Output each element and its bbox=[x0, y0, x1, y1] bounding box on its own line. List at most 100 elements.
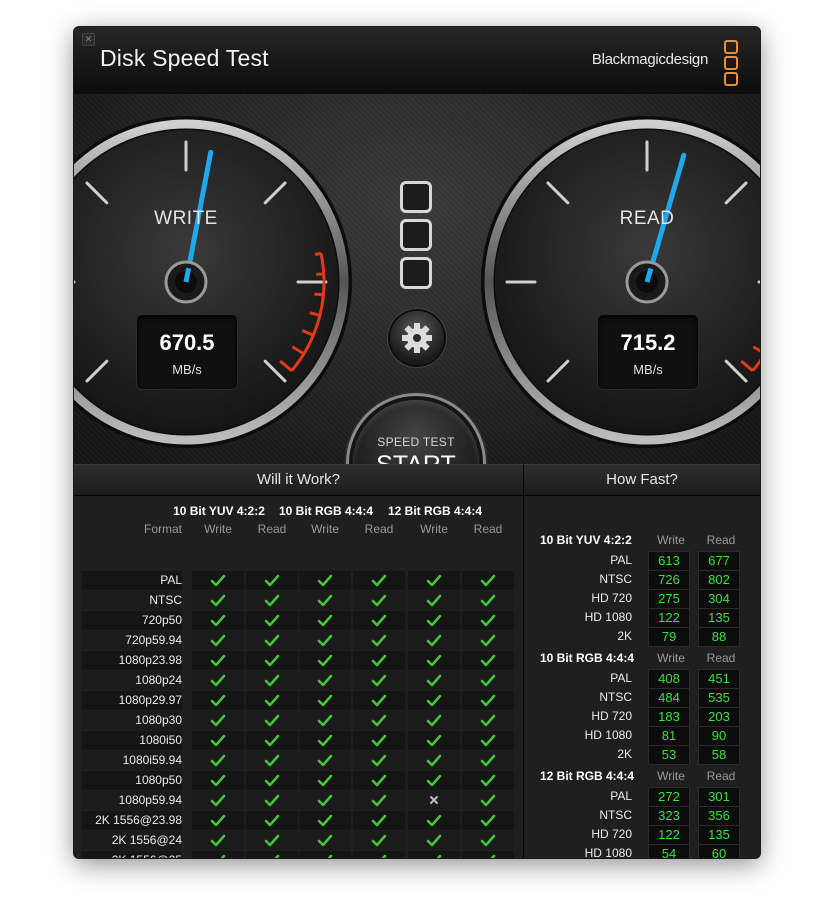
checkmark-icon bbox=[480, 594, 496, 607]
status-cell bbox=[246, 651, 298, 670]
write-speed-cell: 122 bbox=[648, 608, 690, 628]
status-cell bbox=[408, 811, 460, 830]
checkmark-stroke bbox=[210, 694, 226, 707]
checkmark-icon bbox=[371, 734, 387, 747]
checkmark-icon bbox=[264, 714, 280, 727]
gauge-area: WRITE 670.5 MB/s READ 715.2 MB/s SPEED T… bbox=[74, 94, 760, 526]
checkmark-stroke bbox=[480, 714, 496, 727]
write-column-header: Write bbox=[657, 533, 685, 547]
checkmark-stroke bbox=[371, 594, 387, 607]
status-cell bbox=[353, 851, 405, 858]
read-speed-cell: 535 bbox=[698, 688, 740, 708]
disk-stack-icon[interactable] bbox=[400, 181, 432, 295]
write-column-header: Write bbox=[204, 522, 232, 536]
table-row: 720p50 bbox=[82, 611, 514, 630]
status-cell bbox=[299, 631, 351, 650]
write-speed-unit: MB/s bbox=[172, 362, 202, 377]
checkmark-icon bbox=[210, 674, 226, 687]
status-cell bbox=[408, 611, 460, 630]
checkmark-stroke bbox=[220, 854, 226, 858]
checkmark-stroke bbox=[426, 814, 442, 827]
format-label: 2K bbox=[617, 629, 632, 643]
status-cell bbox=[353, 751, 405, 770]
table-row: 1080p50 bbox=[82, 771, 514, 790]
status-cell bbox=[462, 691, 514, 710]
format-label: 1080p50 bbox=[82, 771, 182, 790]
checkmark-icon bbox=[210, 634, 226, 647]
checkmark-stroke bbox=[426, 834, 442, 847]
checkmark-stroke bbox=[210, 794, 226, 807]
format-label: HD 720 bbox=[591, 827, 632, 841]
format-label: PAL bbox=[610, 789, 632, 803]
checkmark-icon bbox=[426, 714, 442, 727]
checkmark-icon bbox=[317, 754, 333, 767]
status-cell bbox=[246, 571, 298, 590]
write-speed-cell: 484 bbox=[648, 688, 690, 708]
read-column-header: Read bbox=[706, 769, 736, 783]
read-speed-cell: 135 bbox=[698, 608, 740, 628]
checkmark-icon bbox=[264, 574, 280, 587]
status-cell bbox=[353, 611, 405, 630]
status-cell bbox=[192, 811, 244, 830]
settings-button[interactable] bbox=[390, 311, 444, 365]
checkmark-icon bbox=[371, 814, 387, 827]
checkmark-stroke bbox=[317, 814, 333, 827]
checkmark-stroke bbox=[264, 594, 280, 607]
status-cell bbox=[353, 691, 405, 710]
status-cell bbox=[192, 831, 244, 850]
checkmark-icon bbox=[436, 854, 442, 858]
status-cell bbox=[192, 631, 244, 650]
status-cell bbox=[299, 671, 351, 690]
status-cell bbox=[192, 591, 244, 610]
checkmark-icon bbox=[371, 714, 387, 727]
checkmark-stroke bbox=[381, 854, 387, 858]
checkmark-icon bbox=[480, 574, 496, 587]
status-cell bbox=[192, 571, 244, 590]
how-fast-group-title: 10 Bit YUV 4:2:2 bbox=[540, 533, 632, 547]
status-cell bbox=[462, 791, 514, 810]
status-cell bbox=[299, 651, 351, 670]
cross-stroke bbox=[430, 796, 438, 804]
table-row: PAL bbox=[82, 571, 514, 590]
checkmark-icon bbox=[426, 674, 442, 687]
read-speed-unit: MB/s bbox=[633, 362, 663, 377]
checkmark-stroke bbox=[317, 754, 333, 767]
status-cell bbox=[408, 791, 460, 810]
checkmark-stroke bbox=[210, 614, 226, 627]
read-speed-cell: 203 bbox=[698, 707, 740, 727]
write-speed-cell: 408 bbox=[648, 669, 690, 689]
gear-icon bbox=[402, 323, 432, 353]
checkmark-stroke bbox=[264, 694, 280, 707]
status-cell bbox=[192, 691, 244, 710]
write-speed-value: 670.5 bbox=[159, 330, 215, 355]
read-speed-value: 715.2 bbox=[620, 330, 676, 355]
checkmark-icon bbox=[371, 614, 387, 627]
checkmark-stroke bbox=[480, 754, 496, 767]
checkmark-stroke bbox=[317, 834, 333, 847]
checkmark-stroke bbox=[426, 634, 442, 647]
checkmark-icon bbox=[264, 594, 280, 607]
write-speed-cell: 613 bbox=[648, 551, 690, 571]
checkmark-stroke bbox=[371, 614, 387, 627]
checkmark-stroke bbox=[317, 574, 333, 587]
read-column-header: Read bbox=[257, 522, 287, 536]
write-gauge: WRITE 670.5 MB/s bbox=[74, 112, 356, 452]
checkmark-stroke bbox=[210, 634, 226, 647]
checkmark-icon bbox=[480, 674, 496, 687]
checkmark-stroke bbox=[371, 734, 387, 747]
format-label: HD 1080 bbox=[584, 728, 632, 742]
read-column-header: Read bbox=[706, 651, 736, 665]
close-icon[interactable]: ✕ bbox=[82, 33, 95, 46]
checkmark-icon bbox=[480, 714, 496, 727]
checkmark-stroke bbox=[480, 594, 496, 607]
checkmark-icon bbox=[317, 774, 333, 787]
checkmark-stroke bbox=[210, 754, 226, 767]
checkmark-icon bbox=[426, 594, 442, 607]
checkmark-icon bbox=[210, 574, 226, 587]
checkmark-stroke bbox=[264, 634, 280, 647]
checkmark-icon bbox=[264, 674, 280, 687]
checkmark-icon bbox=[480, 694, 496, 707]
status-cell bbox=[408, 771, 460, 790]
checkmark-stroke bbox=[480, 654, 496, 667]
status-cell bbox=[353, 651, 405, 670]
